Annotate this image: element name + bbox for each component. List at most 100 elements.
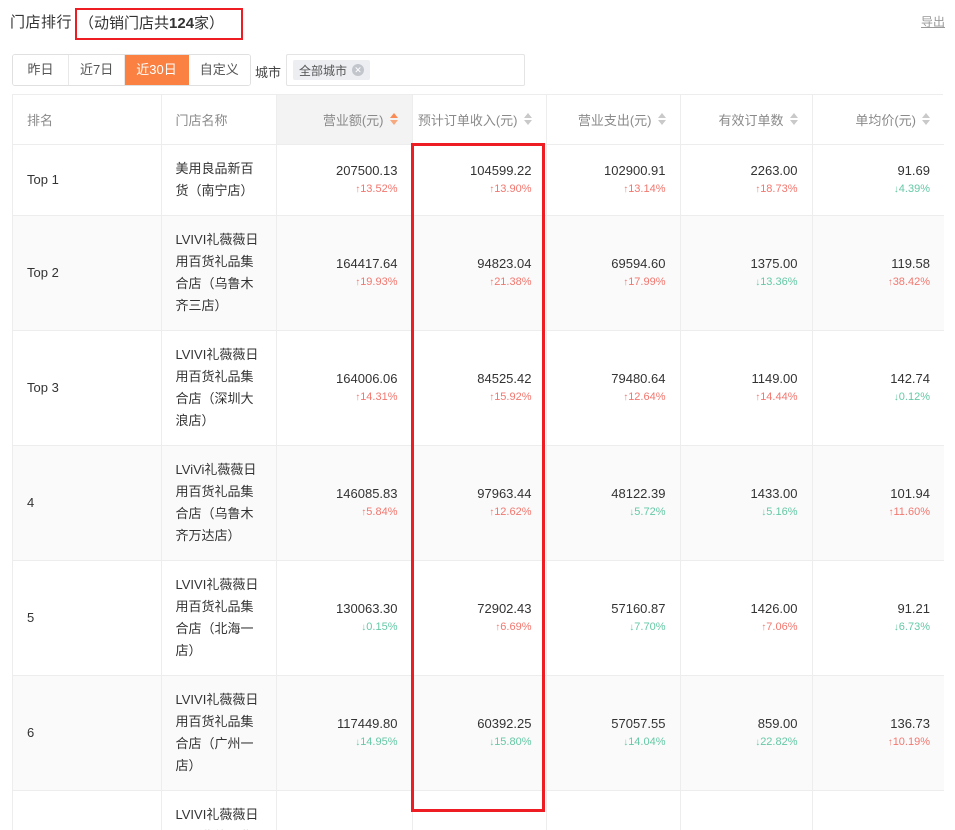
cell-order-income: 72902.43 ↑6.69% <box>412 560 547 676</box>
cell-expense: 48122.39 ↓5.72% <box>546 445 681 561</box>
delta-value: 12.64% <box>628 390 666 403</box>
date-tab-custom[interactable]: 自定义 <box>188 55 250 85</box>
delta-value: 5.72% <box>634 505 666 518</box>
column-label-rank: 排名 <box>27 112 54 128</box>
sort-icon-order-income[interactable] <box>523 113 532 126</box>
cell-order-income: 84525.42 ↑15.92% <box>412 330 547 446</box>
column-header-avg-price[interactable]: 单均价(元) <box>812 95 944 145</box>
value-revenue: 164417.64 <box>336 255 398 271</box>
delta-value: 14.95% <box>360 735 398 748</box>
delta-avg-price: ↑10.19% <box>827 734 930 751</box>
cell-revenue: 130063.30 ↓0.15% <box>276 560 413 676</box>
store-ranking-table: 排名 门店名称 营业额(元) 预计订单收入(元) 营业支出(元) 有效订单数 单… <box>13 95 944 830</box>
column-label-expense: 营业支出(元) <box>577 112 652 128</box>
delta-expense: ↑17.99% <box>561 274 666 291</box>
city-tag-all-cities[interactable]: 全部城市 ✕ <box>293 60 371 80</box>
delta-value: 7.06% <box>766 620 798 633</box>
delta-revenue: ↑14.31% <box>291 389 397 406</box>
delta-avg-price: ↑38.42% <box>827 274 930 291</box>
column-label-order-income: 预计订单收入(元) <box>417 112 518 128</box>
delta-expense: ↑13.14% <box>561 181 665 198</box>
column-header-valid-orders[interactable]: 有效订单数 <box>680 95 813 145</box>
delta-valid-orders: ↓13.36% <box>695 274 798 291</box>
table-row[interactable]: Top 1 美用良品新百货（南宁店） 207500.13 ↑13.52% 104599.… <box>13 144 944 216</box>
delta-value: 12.62% <box>494 505 532 518</box>
cell-store-name: LVIVI礼薇薇日用百货礼品集合店（乌鲁木齐三店） <box>161 215 277 331</box>
cell-rank: 7 <box>13 790 162 830</box>
delta-value: 17.99% <box>628 275 666 288</box>
cell-avg-price: 119.58 ↑38.42% <box>812 215 944 331</box>
cell-rank: 4 <box>13 445 162 561</box>
table-row[interactable]: 4 LViVi礼薇薇日用百货礼品集合店（乌鲁木齐万达店） 146085.83 ↑5.8… <box>13 445 944 561</box>
delta-value: 5.84% <box>366 505 398 518</box>
cell-revenue: 116232.50↑9.91% <box>276 790 413 830</box>
cell-expense: 48563.78↑7.74% <box>546 790 681 830</box>
cell-expense: 102900.91 ↑13.14% <box>546 144 681 216</box>
table-row[interactable]: Top 2 LVIVI礼薇薇日用百货礼品集合店（乌鲁木齐三店） 164417.64 ↑… <box>13 215 944 331</box>
column-header-revenue[interactable]: 营业额(元) <box>276 95 413 145</box>
cell-rank: 6 <box>13 675 162 791</box>
value-expense: 69594.60 <box>611 255 666 271</box>
column-header-order-income[interactable]: 预计订单收入(元) <box>412 95 547 145</box>
sort-icon-revenue[interactable] <box>389 113 398 126</box>
delta-value: 13.52% <box>360 182 398 195</box>
cell-rank: Top 1 <box>13 144 162 216</box>
export-button[interactable]: 导出 <box>921 13 945 30</box>
date-tab-last30days[interactable]: 近30日 <box>125 55 189 85</box>
cell-valid-orders: 1426.00 ↑7.06% <box>680 560 813 676</box>
page-title: 门店排行 <box>10 14 73 31</box>
sort-icon-valid-orders[interactable] <box>789 113 798 126</box>
city-select[interactable]: 全部城市 ✕ <box>286 54 525 86</box>
delta-value: 4.39% <box>898 182 930 195</box>
value-expense: 102900.91 <box>604 162 666 178</box>
cell-expense: 57160.87 ↓7.70% <box>546 560 681 676</box>
delta-value: 22.82% <box>760 735 798 748</box>
sort-icon-expense[interactable] <box>657 113 666 126</box>
delta-value: 0.15% <box>366 620 398 633</box>
close-icon[interactable]: ✕ <box>352 64 365 76</box>
delta-value: 6.73% <box>898 620 930 633</box>
cell-store-name: LViVi礼薇薇日用百货礼品集合店（乌鲁木齐万达店） <box>161 445 277 561</box>
table-row[interactable]: 5 LVIVI礼薇薇日用百货礼品集合店（北海一店） 130063.30 ↓0.15% 7… <box>13 560 944 676</box>
cell-avg-price: 91.69 ↓4.39% <box>812 144 944 216</box>
cell-expense: 57057.55 ↓14.04% <box>546 675 681 791</box>
delta-order-income: ↑12.62% <box>427 504 532 521</box>
value-revenue: 207500.13 <box>336 162 398 178</box>
value-revenue: 164006.06 <box>336 370 398 386</box>
delta-valid-orders: ↓5.16% <box>695 504 797 521</box>
value-avg-price: 91.69 <box>897 162 930 178</box>
delta-value: 7.70% <box>634 620 666 633</box>
table-header-row: 排名 门店名称 营业额(元) 预计订单收入(元) 营业支出(元) 有效订单数 单… <box>13 95 944 145</box>
delta-value: 6.69% <box>500 620 532 633</box>
column-header-rank: 排名 <box>13 95 162 145</box>
active-store-count: 124 <box>169 15 195 32</box>
date-tab-yesterday[interactable]: 昨日 <box>13 55 69 85</box>
delta-order-income: ↑15.92% <box>427 389 531 406</box>
delta-avg-price: ↓4.39% <box>827 181 930 198</box>
delta-order-income: ↑21.38% <box>427 274 531 291</box>
cell-revenue: 117449.80 ↓14.95% <box>276 675 413 791</box>
cell-valid-orders: 1375.00 ↓13.36% <box>680 215 813 331</box>
subtitle-suffix: 家） <box>194 15 225 32</box>
date-tab-last7days[interactable]: 近7日 <box>69 55 126 85</box>
value-order-income: 84525.42 <box>477 370 532 386</box>
table-body: Top 1 美用良品新百货（南宁店） 207500.13 ↑13.52% 104599.… <box>13 144 944 830</box>
delta-value: 10.19% <box>892 735 930 748</box>
table-row[interactable]: Top 3 LVIVI礼薇薇日用百货礼品集合店（深圳大浪店） 164006.06 ↑1… <box>13 330 944 446</box>
delta-value: 13.36% <box>760 275 798 288</box>
cell-store-name: 美用良品新百货（南宁店） <box>161 144 277 216</box>
delta-value: 0.12% <box>898 390 930 403</box>
table-row[interactable]: 6 LVIVI礼薇薇日用百货礼品集合店（广州一店） 117449.80 ↓14.95%… <box>13 675 944 791</box>
value-avg-price: 136.73 <box>890 715 930 731</box>
sort-icon-avg-price[interactable] <box>922 113 930 126</box>
value-valid-orders: 1433.00 <box>750 485 798 501</box>
delta-order-income: ↑13.90% <box>427 181 531 198</box>
value-valid-orders: 859.00 <box>757 715 798 731</box>
cell-rank: Top 3 <box>13 330 162 446</box>
cell-revenue: 164006.06 ↑14.31% <box>276 330 413 446</box>
delta-valid-orders: ↓22.82% <box>695 734 798 751</box>
column-header-expense[interactable]: 营业支出(元) <box>546 95 681 145</box>
cell-avg-price: 142.74 ↓0.12% <box>812 330 944 446</box>
city-tag-label: 全部城市 <box>299 63 348 78</box>
table-row[interactable]: 7LVIVI礼薇薇日用百货礼品集合店（郑州一店）116232.50↑9.91%6… <box>13 790 944 830</box>
